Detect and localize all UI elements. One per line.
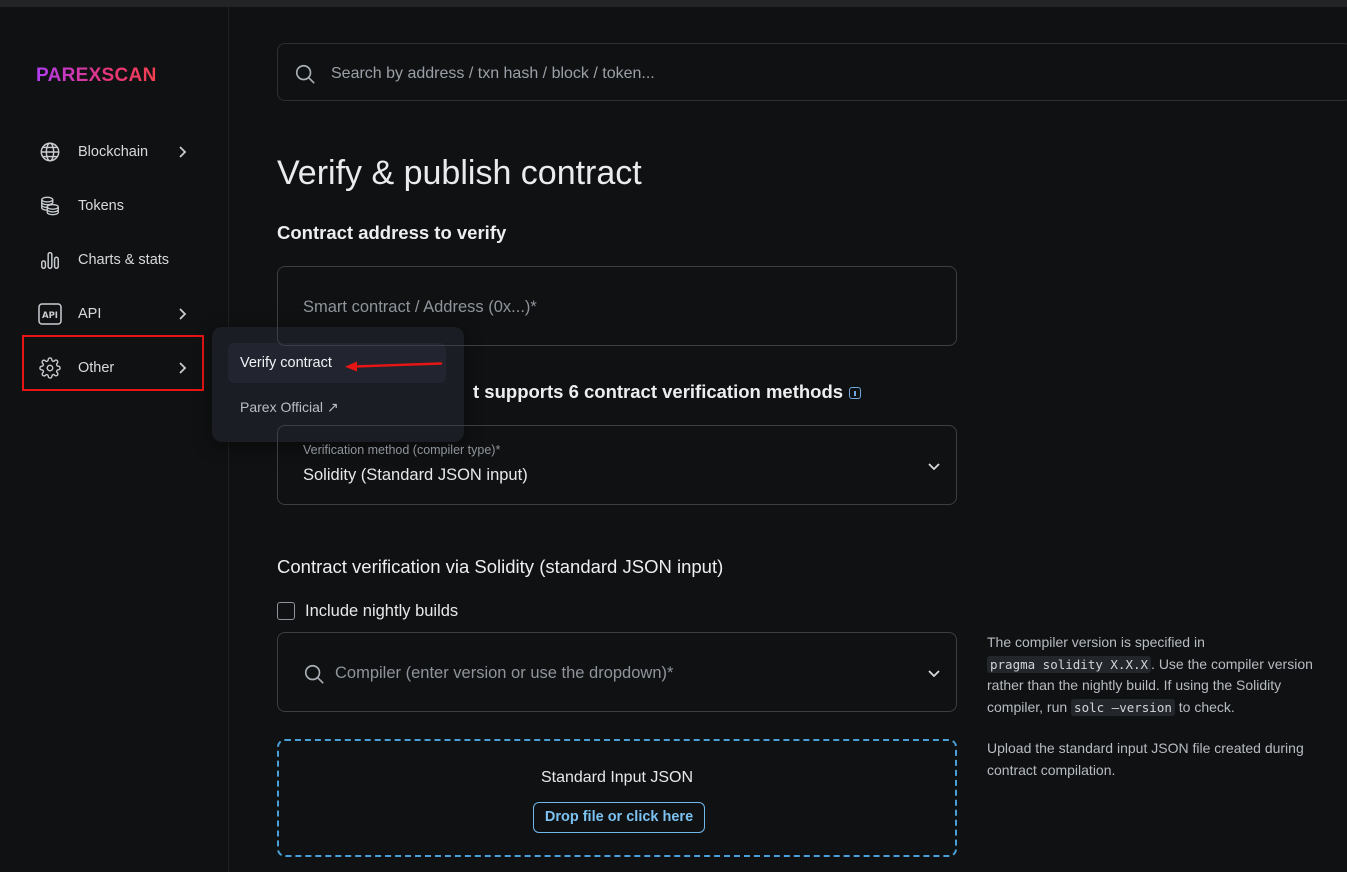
standard-input-json-dropzone[interactable]: Standard Input JSON Drop file or click h… (277, 739, 957, 857)
chevron-down-icon (926, 665, 942, 686)
bar-chart-icon (38, 248, 62, 272)
sidebar-item-label: Blockchain (78, 144, 149, 160)
logo[interactable]: PAREXSCAN (36, 65, 157, 87)
menu-item-parex-official[interactable]: Parex Official ↗ (240, 399, 339, 416)
search-input[interactable] (329, 58, 933, 90)
help-text: The compiler version is specified in (987, 634, 1205, 650)
nightly-builds-label: Include nightly builds (305, 602, 459, 620)
dropzone-title: Standard Input JSON (540, 769, 694, 786)
help-code: solc —version (1071, 698, 1175, 716)
top-bar (0, 0, 1347, 7)
sidebar: PAREXSCAN Blockchain Tokens Charts & sta… (0, 7, 229, 872)
verification-method-select[interactable]: Verification method (compiler type)* Sol… (277, 425, 957, 505)
info-icon[interactable] (849, 387, 862, 399)
chevron-right-icon (174, 144, 190, 160)
chevron-down-icon (926, 458, 942, 479)
page-title: Verify & publish contract (277, 154, 642, 192)
nightly-builds-checkbox[interactable] (277, 602, 295, 620)
sidebar-item-label: Tokens (78, 198, 124, 214)
sidebar-item-blockchain[interactable]: Blockchain (38, 137, 198, 167)
sidebar-item-tokens[interactable]: Tokens (38, 191, 198, 221)
sidebar-item-label: Charts & stats (78, 252, 170, 268)
sidebar-item-charts-stats[interactable]: Charts & stats (38, 245, 198, 275)
chevron-right-icon (174, 306, 190, 322)
globe-icon (38, 140, 62, 164)
verification-method-value: Solidity (Standard JSON input) (303, 466, 528, 484)
search-icon (303, 663, 325, 690)
solidity-section-heading: Contract verification via Solidity (stan… (277, 556, 724, 577)
search-icon (294, 63, 316, 90)
compiler-help-text: The compiler version is specified in pra… (987, 632, 1332, 718)
sidebar-item-api[interactable]: API API (38, 299, 198, 329)
verification-methods-text: t supports 6 contract verification metho… (473, 381, 844, 402)
svg-text:API: API (42, 311, 58, 321)
search-bar (277, 43, 1347, 101)
annotation-highlight-box (22, 335, 204, 391)
drop-file-button[interactable]: Drop file or click here (533, 802, 705, 833)
help-text: to check. (1178, 698, 1235, 715)
sidebar-item-label: API (78, 306, 102, 322)
verification-method-label: Verification method (compiler type)* (303, 443, 501, 457)
coins-icon (38, 194, 62, 218)
help-code: pragma solidity X.X.X (987, 655, 1152, 673)
menu-item-label: Verify contract (240, 355, 332, 371)
contract-address-field[interactable]: Smart contract / Address (0x...)* (277, 266, 957, 346)
contract-address-placeholder: Smart contract / Address (0x...)* (303, 298, 537, 316)
compiler-select[interactable]: Compiler (enter version or use the dropd… (277, 632, 957, 712)
verification-methods-heading: t supports 6 contract verification metho… (473, 381, 862, 403)
api-icon: API (38, 302, 62, 326)
annotation-arrow-icon (345, 361, 443, 372)
contract-address-heading: Contract address to verify (277, 222, 507, 243)
compiler-placeholder: Compiler (enter version or use the dropd… (335, 664, 674, 682)
upload-help-text: Upload the standard input JSON file crea… (987, 740, 1304, 778)
